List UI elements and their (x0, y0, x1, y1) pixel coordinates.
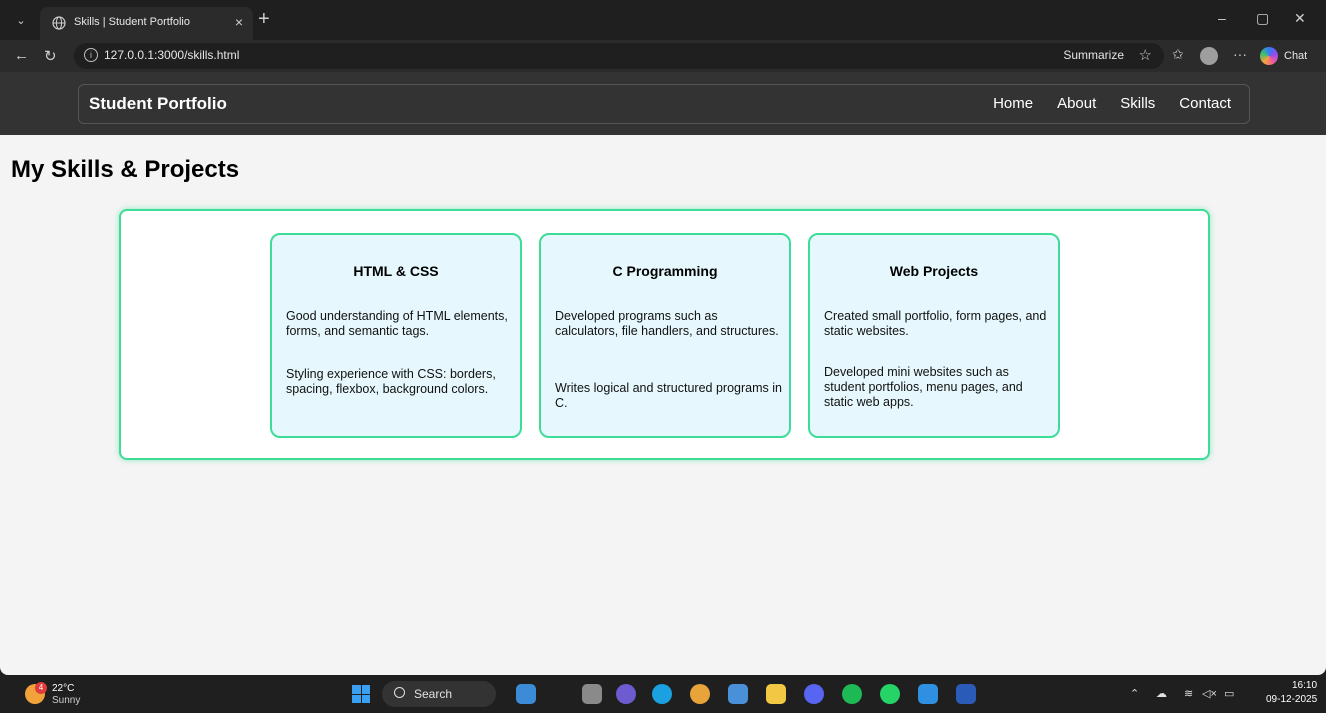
nav-about[interactable]: About (1057, 95, 1096, 112)
copilot-app-icon[interactable] (616, 684, 636, 704)
card-paragraph: Developed programs such as calculators, … (555, 309, 779, 338)
skill-card-web-projects: Web Projects Created small portfolio, fo… (808, 233, 1060, 438)
weather-temperature[interactable]: 22°C (52, 683, 74, 694)
site-info-icon[interactable]: i (84, 48, 98, 62)
card-paragraph: Developed mini websites such as student … (824, 365, 1023, 409)
browser-tab-active[interactable]: Skills | Student Portfolio × (40, 7, 253, 40)
clock-date[interactable]: 09-12-2025 (1266, 694, 1317, 705)
file-explorer-icon[interactable] (766, 684, 786, 704)
taskbar: 4 22°C Sunny Search ⌃ ☁ ≋ ◁× ▭ 16:10 09-… (0, 675, 1326, 713)
reload-icon[interactable]: ↻ (44, 47, 57, 65)
site-brand: Student Portfolio (89, 94, 227, 113)
skill-card-c-programming: C Programming Developed programs such as… (539, 233, 791, 438)
card-title: Web Projects (889, 263, 979, 279)
whatsapp-app-icon[interactable] (880, 684, 900, 704)
skill-card-html-css: HTML & CSS Good understanding of HTML el… (270, 233, 522, 438)
edge-browser-icon[interactable] (652, 684, 672, 704)
task-view-icon[interactable] (582, 684, 602, 704)
copilot-icon (1260, 47, 1278, 65)
search-label: Search (414, 687, 453, 701)
volume-icon[interactable]: ◁× (1202, 687, 1217, 700)
summarize-button[interactable]: Summarize (1063, 48, 1124, 62)
navbar: Student Portfolio Home About Skills Cont… (78, 84, 1250, 124)
clock-time[interactable]: 16:10 (1292, 680, 1317, 691)
more-options-icon[interactable]: ··· (1233, 46, 1247, 62)
card-title: HTML & CSS (353, 263, 439, 279)
onedrive-icon[interactable]: ☁ (1156, 687, 1167, 700)
globe-icon (52, 16, 66, 30)
favorites-icon[interactable]: ✩ (1172, 46, 1184, 63)
tray-overflow-icon[interactable]: ⌃ (1130, 687, 1139, 700)
store-app-icon[interactable] (728, 684, 748, 704)
address-bar[interactable]: i 127.0.0.1:3000/skills.html Summarize ☆ (74, 43, 1164, 69)
back-arrow-icon[interactable]: ← (14, 47, 29, 64)
close-window-button[interactable]: ✕ (1294, 10, 1306, 27)
spotify-app-icon[interactable] (842, 684, 862, 704)
weather-badge: 4 (35, 682, 47, 694)
favorite-star-icon[interactable]: ☆ (1139, 46, 1152, 64)
copilot-chat-button[interactable]: Chat (1260, 45, 1307, 67)
browser-toolbar: ← ↻ i 127.0.0.1:3000/skills.html Summari… (0, 40, 1326, 72)
battery-icon[interactable]: ▭ (1224, 687, 1234, 700)
wifi-icon[interactable]: ≋ (1184, 687, 1193, 700)
site-header: Student Portfolio Home About Skills Cont… (0, 72, 1326, 135)
profile-avatar[interactable] (1200, 47, 1218, 65)
maximize-button[interactable]: ▢ (1256, 10, 1269, 27)
taskbar-search[interactable]: Search (382, 681, 496, 707)
card-paragraph: Created small portfolio, form pages, and… (824, 309, 1047, 338)
card-paragraph: Styling experience with CSS: borders, sp… (286, 367, 496, 396)
discord-app-icon[interactable] (804, 684, 824, 704)
tab-actions-chevron-icon[interactable]: ⌄ (10, 10, 32, 32)
card-paragraph: Good understanding of HTML elements, for… (286, 309, 508, 338)
nav-contact[interactable]: Contact (1179, 95, 1231, 112)
page-title: My Skills & Projects (11, 156, 240, 183)
tab-title: Skills | Student Portfolio (74, 16, 190, 28)
tab-close-icon[interactable]: × (235, 14, 243, 30)
nav-skills[interactable]: Skills (1120, 95, 1155, 112)
word-app-icon[interactable] (956, 684, 976, 704)
nav-home[interactable]: Home (993, 95, 1033, 112)
url-text[interactable]: 127.0.0.1:3000/skills.html (104, 48, 239, 62)
widgets-app-icon[interactable] (516, 684, 536, 704)
card-paragraph: Writes logical and structured programs i… (555, 381, 782, 410)
page-viewport: Student Portfolio Home About Skills Cont… (0, 72, 1326, 675)
search-icon (394, 687, 405, 698)
minimize-button[interactable]: – (1218, 10, 1226, 26)
windows-start-icon[interactable] (352, 685, 370, 703)
nav-links: Home About Skills Contact (993, 95, 1231, 112)
browser-tab-strip: ⌄ Skills | Student Portfolio × + – ▢ ✕ (0, 0, 1326, 40)
skills-panel: HTML & CSS Good understanding of HTML el… (119, 209, 1210, 460)
new-tab-button[interactable]: + (258, 8, 270, 30)
chat-label: Chat (1284, 50, 1308, 62)
weather-description[interactable]: Sunny (52, 695, 80, 706)
chrome-browser-icon[interactable] (690, 684, 710, 704)
card-title: C Programming (612, 263, 718, 279)
vscode-app-icon[interactable] (918, 684, 938, 704)
